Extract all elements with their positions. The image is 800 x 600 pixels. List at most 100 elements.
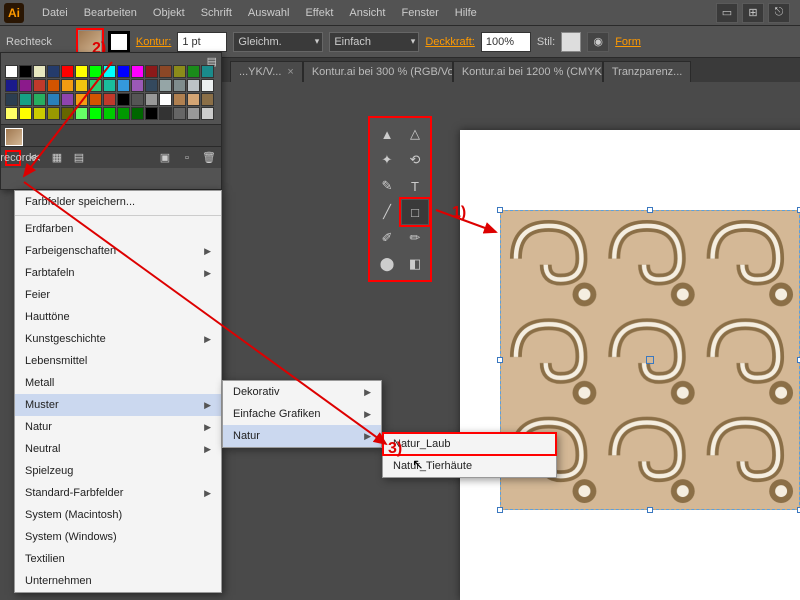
- submenu-item[interactable]: Einfache Grafiken▶: [223, 403, 381, 425]
- swatch-item[interactable]: [19, 79, 32, 92]
- swatch-item[interactable]: [187, 79, 200, 92]
- swatch-item[interactable]: [47, 79, 60, 92]
- brush-tool-icon[interactable]: ✐: [374, 226, 400, 250]
- doc-tab[interactable]: ...YK/V...×: [230, 61, 303, 82]
- library-menu-item[interactable]: Metall: [15, 372, 221, 394]
- swatch-item[interactable]: [89, 93, 102, 106]
- swatch-item[interactable]: [19, 65, 32, 78]
- swatch-item[interactable]: [61, 65, 74, 78]
- swatch-item[interactable]: [33, 107, 46, 120]
- library-menu-item[interactable]: Kunstgeschichte▶: [15, 328, 221, 350]
- arrange-icon[interactable]: ⊞: [742, 3, 764, 23]
- layout-icon[interactable]: ▭: [716, 3, 738, 23]
- swatch-item[interactable]: [103, 65, 116, 78]
- doc-tab[interactable]: Kontur.ai bei 300 % (RGB/Vorsch...×: [303, 61, 453, 82]
- pen-tool-icon[interactable]: ✎: [374, 174, 400, 198]
- library-menu-item[interactable]: Feier: [15, 284, 221, 306]
- stroke-label[interactable]: Kontur:: [136, 36, 171, 48]
- swatch-item[interactable]: [117, 79, 130, 92]
- swatch-item[interactable]: [5, 93, 18, 106]
- menu-bearbeiten[interactable]: Bearbeiten: [76, 7, 145, 19]
- library-menu-item[interactable]: Muster▶: [15, 394, 221, 416]
- swatch-item[interactable]: [117, 93, 130, 106]
- swatch-options-icon[interactable]: ▤: [71, 150, 87, 166]
- library-menu-item[interactable]: Farbtafeln▶: [15, 262, 221, 284]
- library-menu-item[interactable]: Unternehmen: [15, 570, 221, 592]
- menu-hilfe[interactable]: Hilfe: [447, 7, 485, 19]
- opacity-field[interactable]: 100%: [481, 32, 531, 52]
- swatch-item[interactable]: [159, 107, 172, 120]
- swatch-item[interactable]: [103, 79, 116, 92]
- menu-auswahl[interactable]: Auswahl: [240, 7, 298, 19]
- bridge-icon[interactable]: ⎋: [768, 3, 790, 23]
- swatch-item[interactable]: [75, 79, 88, 92]
- library-menu-item[interactable]: Erdfarben: [15, 218, 221, 240]
- direct-select-tool-icon[interactable]: △: [402, 122, 428, 146]
- selection-center[interactable]: [646, 356, 654, 364]
- swatch-item[interactable]: [131, 93, 144, 106]
- selection-handle[interactable]: [497, 507, 503, 513]
- swatch-item[interactable]: [145, 107, 158, 120]
- submenu-item[interactable]: Natur▶: [223, 425, 381, 447]
- show-kinds-icon[interactable]: ≪: [27, 150, 43, 166]
- menu-effekt[interactable]: Effekt: [297, 7, 341, 19]
- swatch-item[interactable]: [103, 107, 116, 120]
- menu-schrift[interactable]: Schrift: [193, 7, 240, 19]
- swatch-item[interactable]: [61, 93, 74, 106]
- stroke-swatch[interactable]: [108, 31, 130, 53]
- swatch-item[interactable]: [5, 107, 18, 120]
- stroke-profile-dropdown[interactable]: Gleichm.: [233, 32, 323, 52]
- swatch-item[interactable]: [89, 107, 102, 120]
- swatch-item[interactable]: [19, 93, 32, 106]
- selection-handle[interactable]: [497, 207, 503, 213]
- swatch-libraries-icon[interactable]: �records: [5, 150, 21, 166]
- library-menu-item[interactable]: System (Windows): [15, 526, 221, 548]
- swatch-item[interactable]: [131, 79, 144, 92]
- swatch-item[interactable]: [173, 65, 186, 78]
- form-link[interactable]: Form: [615, 36, 641, 48]
- library-menu-item[interactable]: Textilien: [15, 548, 221, 570]
- type-tool-icon[interactable]: T: [402, 174, 428, 198]
- swatch-item[interactable]: [173, 107, 186, 120]
- swatch-item[interactable]: [47, 93, 60, 106]
- submenu-item[interactable]: Natur_Laub: [383, 433, 556, 455]
- library-menu-item[interactable]: Natur▶: [15, 416, 221, 438]
- swatch-item[interactable]: [61, 107, 74, 120]
- swatch-item[interactable]: [131, 107, 144, 120]
- library-menu-item[interactable]: Spielzeug: [15, 460, 221, 482]
- swatch-item[interactable]: [159, 79, 172, 92]
- swatch-item[interactable]: [47, 107, 60, 120]
- swatch-item[interactable]: [131, 65, 144, 78]
- menu-ansicht[interactable]: Ansicht: [341, 7, 393, 19]
- swatch-item[interactable]: [159, 93, 172, 106]
- swatch-item[interactable]: [145, 79, 158, 92]
- pencil-tool-icon[interactable]: ✏: [402, 226, 428, 250]
- menu-datei[interactable]: Datei: [34, 7, 76, 19]
- library-menu-item[interactable]: Neutral▶: [15, 438, 221, 460]
- swatch-item[interactable]: [89, 65, 102, 78]
- line-tool-icon[interactable]: ╱: [374, 200, 400, 224]
- swatch-item[interactable]: [75, 107, 88, 120]
- swatch-item[interactable]: [5, 79, 18, 92]
- library-menu-item[interactable]: Hauttöne: [15, 306, 221, 328]
- swatch-item[interactable]: [5, 65, 18, 78]
- library-menu-item[interactable]: Standard-Farbfelder▶: [15, 482, 221, 504]
- swatch-item[interactable]: [187, 93, 200, 106]
- swatch-item[interactable]: [173, 93, 186, 106]
- new-swatch-icon[interactable]: ▫: [179, 150, 195, 166]
- swatch-item[interactable]: [117, 65, 130, 78]
- eraser-tool-icon[interactable]: ◧: [402, 252, 428, 276]
- swatch-item[interactable]: [19, 107, 32, 120]
- rectangle-tool-icon[interactable]: □: [402, 200, 428, 224]
- stroke-weight-field[interactable]: 1 pt: [177, 32, 227, 52]
- style-swatch[interactable]: [561, 32, 581, 52]
- swatch-item[interactable]: [145, 93, 158, 106]
- swatch-item[interactable]: [117, 107, 130, 120]
- swatch-item[interactable]: [173, 79, 186, 92]
- library-menu-item[interactable]: Lebensmittel: [15, 350, 221, 372]
- swatch-item[interactable]: [5, 128, 23, 146]
- swatch-item[interactable]: [75, 93, 88, 106]
- swatch-item[interactable]: [33, 93, 46, 106]
- library-menu-item[interactable]: System (Macintosh): [15, 504, 221, 526]
- opacity-label[interactable]: Deckkraft:: [425, 36, 475, 48]
